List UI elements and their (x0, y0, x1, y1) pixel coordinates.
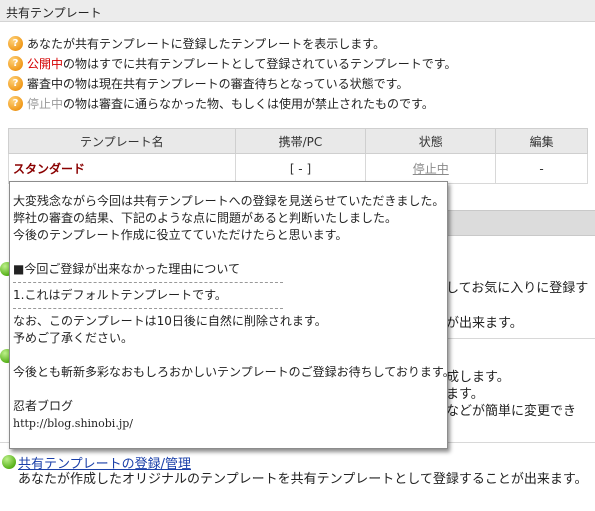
tooltip-heading: ■今回ご登録が出来なかった理由について (13, 262, 240, 276)
page-title: 共有テンプレート (0, 0, 595, 22)
column-header-name: テンプレート名 (8, 128, 236, 154)
column-header-device: 携帯/PC (234, 128, 367, 154)
edit-cell: - (495, 153, 588, 184)
info-text: の物はすでに共有テンプレートとして登録されているテンプレートです。 (63, 56, 457, 71)
background-text: が出来ます。 (446, 316, 523, 331)
column-header-status: 状態 (365, 128, 497, 154)
tooltip-line: 今後とも斬新多彩なおもしろおかしいテンプレートのご登録お待ちしております。 (13, 365, 448, 379)
info-line: ? 停止中 の物は審査に通らなかった物、もしくは使用が禁止されたものです。 (8, 93, 588, 113)
background-text: などが簡単に変更でき (446, 404, 577, 419)
tooltip-line: なお、このテンプレートは10日後に自然に削除されます。 (13, 314, 327, 328)
help-icon: ? (8, 95, 23, 111)
tooltip-line: 弊社の審査の結果、下記のような点に問題があると判断いたしました。 (13, 211, 398, 225)
tooltip-url: http://blog.shinobi.jp/ (13, 417, 133, 430)
rejection-tooltip: 大変残念ながら今回は共有テンプレートへの登録を見送らせていただきました。 弊社の… (9, 181, 448, 449)
info-list: ? あなたが共有テンプレートに登録したテンプレートを表示します。 ? 公開中 の… (8, 33, 588, 113)
template-table: テンプレート名 携帯/PC 状態 編集 スタンダード [ - ] 停止中 - (8, 128, 588, 184)
info-line: ? 審査中の物は現在共有テンプレートの審査待ちとなっている状態です。 (8, 73, 588, 93)
status-cell: 停止中 (365, 153, 497, 184)
status-link[interactable]: 停止中 (413, 162, 449, 176)
help-icon: ? (8, 35, 23, 51)
help-icon: ? (8, 55, 23, 71)
info-icon (2, 455, 16, 469)
table-row: スタンダード [ - ] 停止中 - (8, 153, 588, 184)
tooltip-line: 大変残念ながら今回は共有テンプレートへの登録を見送らせていただきました。 (13, 194, 445, 208)
column-header-edit: 編集 (495, 128, 588, 154)
tooltip-line: 今後のテンプレート作成に役立てていただけたらと思います。 (13, 228, 348, 242)
info-text: の物は審査に通らなかった物、もしくは使用が禁止されたものです。 (63, 96, 434, 111)
status-stopped-label: 停止中 (27, 96, 64, 111)
help-icon: ? (8, 75, 23, 91)
status-public-label: 公開中 (27, 56, 64, 71)
device-cell: [ - ] (234, 153, 367, 184)
table-header: テンプレート名 携帯/PC 状態 編集 (8, 128, 588, 154)
info-text: あなたが共有テンプレートに登録したテンプレートを表示します。 (27, 36, 386, 51)
info-line: ? あなたが共有テンプレートに登録したテンプレートを表示します。 (8, 33, 588, 53)
tooltip-signature: 忍者ブログ (13, 399, 74, 413)
info-line: ? 公開中 の物はすでに共有テンプレートとして登録されているテンプレートです。 (8, 53, 588, 73)
tooltip-divider (13, 304, 447, 313)
divider (446, 338, 595, 339)
tooltip-divider (13, 278, 447, 287)
section-header-band (441, 210, 595, 236)
template-name: スタンダード (8, 153, 236, 184)
tooltip-reason: 1.これはデフォルトテンプレートです。 (13, 288, 227, 302)
shared-template-manage-link[interactable]: 共有テンプレートの登録/管理 (18, 453, 191, 472)
tooltip-line: 予めご了承ください。 (13, 331, 134, 345)
shared-template-description: あなたが作成したオリジナルのテンプレートを共有テンプレートとして登録することが出… (18, 472, 588, 487)
background-text: してお気に入りに登録す (446, 281, 589, 296)
info-text: 審査中の物は現在共有テンプレートの審査待ちとなっている状態です。 (27, 76, 409, 91)
